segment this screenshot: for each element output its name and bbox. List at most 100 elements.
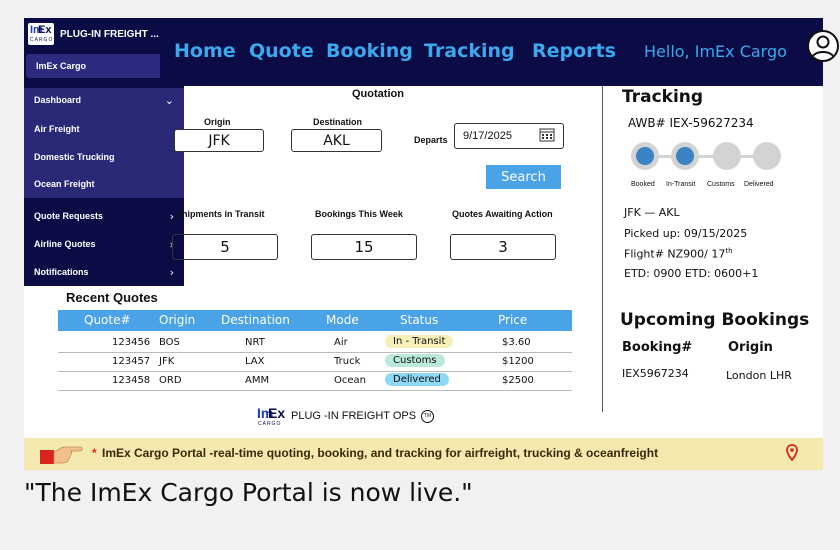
flight-suffix: th	[725, 247, 733, 255]
step-dot-booked	[631, 142, 659, 170]
sidebar-item-label: Notifications	[34, 267, 89, 277]
sidebar-item-dashboard[interactable]: Dashboard ⌄	[24, 88, 184, 112]
origin-label: Origin	[204, 117, 231, 127]
top-nav: Home Quote Booking Tracking Reports Hell…	[160, 18, 839, 86]
nav-quote[interactable]: Quote	[249, 40, 314, 62]
cell-price: $3.60	[502, 337, 531, 348]
step-dot-delivered	[753, 142, 781, 170]
tracking-picked-up: Picked up: 09/15/2025	[624, 227, 748, 240]
page-frame: Im Ex CARGO PLUG-IN FREIGHT ... ImEx Cargo…	[0, 0, 840, 550]
cell-origin: JFK	[159, 356, 175, 367]
cell-quote: 123458	[112, 375, 151, 386]
step-dot-in-transit	[671, 142, 699, 170]
tracking-title: Tracking	[622, 87, 704, 107]
table-row[interactable]: 123458 ORD AMM Ocean Delivered $2500	[58, 372, 572, 391]
sidebar-item-airline-quotes[interactable]: Airline Quotes ›	[24, 232, 184, 256]
portal-screen: Im Ex CARGO PLUG-IN FREIGHT ... ImEx Cargo…	[24, 18, 839, 438]
chevron-right-icon: ›	[169, 209, 174, 223]
account-selector[interactable]: ImEx Cargo ⌄	[26, 54, 182, 78]
tracking-progress	[631, 142, 786, 172]
departs-date-input[interactable]: 9/17/2025	[454, 123, 564, 149]
cell-price: $2500	[502, 375, 534, 386]
table-row[interactable]: 123457 JFK LAX Truck Customs $1200	[58, 353, 572, 372]
sidebar-item-quote-requests[interactable]: Quote Requests ›	[24, 204, 184, 228]
user-avatar-icon[interactable]	[807, 30, 839, 62]
announcement-caption: "The ImEx Cargo Portal is now live."	[24, 478, 473, 507]
location-pin-icon	[786, 444, 798, 462]
stat-value-quotes: 3	[450, 234, 556, 260]
sidebar-item-label: Quote Requests	[34, 211, 104, 221]
footer-brand: Im Ex CARGO PLUG -IN FREIGHT OPS TM	[256, 405, 435, 427]
chevron-right-icon: ›	[169, 265, 174, 279]
destination-label: Destination	[313, 117, 363, 127]
upcoming-booking-origin: London LHR	[726, 369, 792, 382]
calendar-icon[interactable]	[539, 127, 555, 145]
brand-name: PLUG-IN FREIGHT ...	[60, 28, 159, 40]
sidebar-item-ocean-freight[interactable]: Ocean Freight	[34, 179, 95, 189]
status-badge: Delivered	[385, 373, 449, 386]
step-label-booked: Booked	[631, 181, 655, 188]
quotation-title: Quotation	[352, 88, 404, 100]
sidebar-item-label: Airline Quotes	[34, 239, 96, 249]
banner-star: *	[92, 446, 97, 460]
cell-mode: Air	[334, 337, 348, 348]
sidebar-item-domestic-trucking[interactable]: Domestic Trucking	[34, 152, 115, 162]
footer-brand-text: PLUG -IN FREIGHT OPS	[291, 410, 417, 422]
stat-label-quotes: Quotes Awaiting Action	[452, 209, 553, 219]
upcoming-col-origin: Origin	[728, 340, 773, 355]
stat-value-shipments: 5	[172, 234, 278, 260]
departs-date-value: 9/17/2025	[463, 130, 512, 142]
status-badge: In - Transit	[385, 335, 454, 348]
col-price: Price	[498, 313, 528, 327]
user-greeting: Hello, ImEx Cargo	[644, 42, 787, 61]
cell-quote: 123457	[112, 356, 151, 367]
nav-home[interactable]: Home	[174, 40, 236, 62]
cell-origin: ORD	[159, 375, 182, 386]
upcoming-col-booking: Booking#	[622, 340, 693, 355]
col-status: Status	[400, 313, 439, 327]
nav-tracking[interactable]: Tracking	[424, 40, 515, 62]
tracking-flight: Flight# NZ900/ 17th	[624, 247, 733, 261]
step-label-customs: Customs	[707, 181, 735, 188]
imex-logo-icon: Im Ex CARGO	[257, 405, 286, 427]
trademark-icon: TM	[421, 409, 435, 423]
col-destination: Destination	[221, 313, 290, 327]
destination-input[interactable]: AKL	[291, 129, 382, 152]
banner-text: ImEx Cargo Portal -real-time quoting, bo…	[102, 446, 659, 460]
status-badge: Customs	[385, 354, 445, 367]
table-row[interactable]: 123456 BOS NRT Air In - Transit $3.60	[58, 334, 572, 353]
flight-number: Flight# NZ900/ 17	[624, 247, 726, 261]
col-mode: Mode	[326, 313, 359, 327]
origin-input[interactable]: JFK	[174, 129, 264, 152]
sidebar-item-notifications[interactable]: Notifications ›	[24, 260, 184, 284]
pointing-hand-icon	[38, 443, 88, 465]
col-quote: Quote#	[84, 313, 131, 327]
sidebar-item-air-freight[interactable]: Air Freight	[34, 124, 80, 134]
cell-mode: Truck	[334, 356, 361, 367]
tracking-route: JFK — AKL	[624, 206, 680, 219]
cell-destination: AMM	[245, 375, 270, 386]
cell-quote: 123456	[112, 337, 151, 348]
nav-reports[interactable]: Reports	[532, 40, 616, 62]
step-label-in-transit: In-Transit	[666, 181, 696, 188]
cell-origin: BOS	[159, 337, 180, 348]
sidebar-item-label: Dashboard	[34, 95, 82, 105]
cell-destination: LAX	[245, 356, 265, 367]
imex-logo-icon: Im Ex CARGO	[28, 23, 54, 45]
nav-booking[interactable]: Booking	[326, 40, 413, 62]
chevron-down-icon: ⌄	[164, 93, 174, 107]
awb-number: AWB# IEX-59627234	[628, 116, 754, 130]
stat-value-bookings: 15	[311, 234, 417, 260]
cell-destination: NRT	[245, 337, 265, 348]
upcoming-booking-number[interactable]: IEX5967234	[622, 367, 689, 380]
stat-label-bookings: Bookings This Week	[315, 209, 403, 219]
sidebar-logo[interactable]: Im Ex CARGO PLUG-IN FREIGHT ...	[28, 21, 159, 47]
cell-price: $1200	[502, 356, 534, 367]
upcoming-bookings-title: Upcoming Bookings	[620, 310, 810, 330]
departs-label: Departs	[414, 135, 448, 145]
announcement-banner: * ImEx Cargo Portal -real-time quoting, …	[24, 438, 823, 470]
recent-quotes-title: Recent Quotes	[66, 290, 158, 305]
step-dot-customs	[713, 142, 741, 170]
col-origin: Origin	[159, 313, 196, 327]
search-button[interactable]: Search	[486, 165, 561, 189]
